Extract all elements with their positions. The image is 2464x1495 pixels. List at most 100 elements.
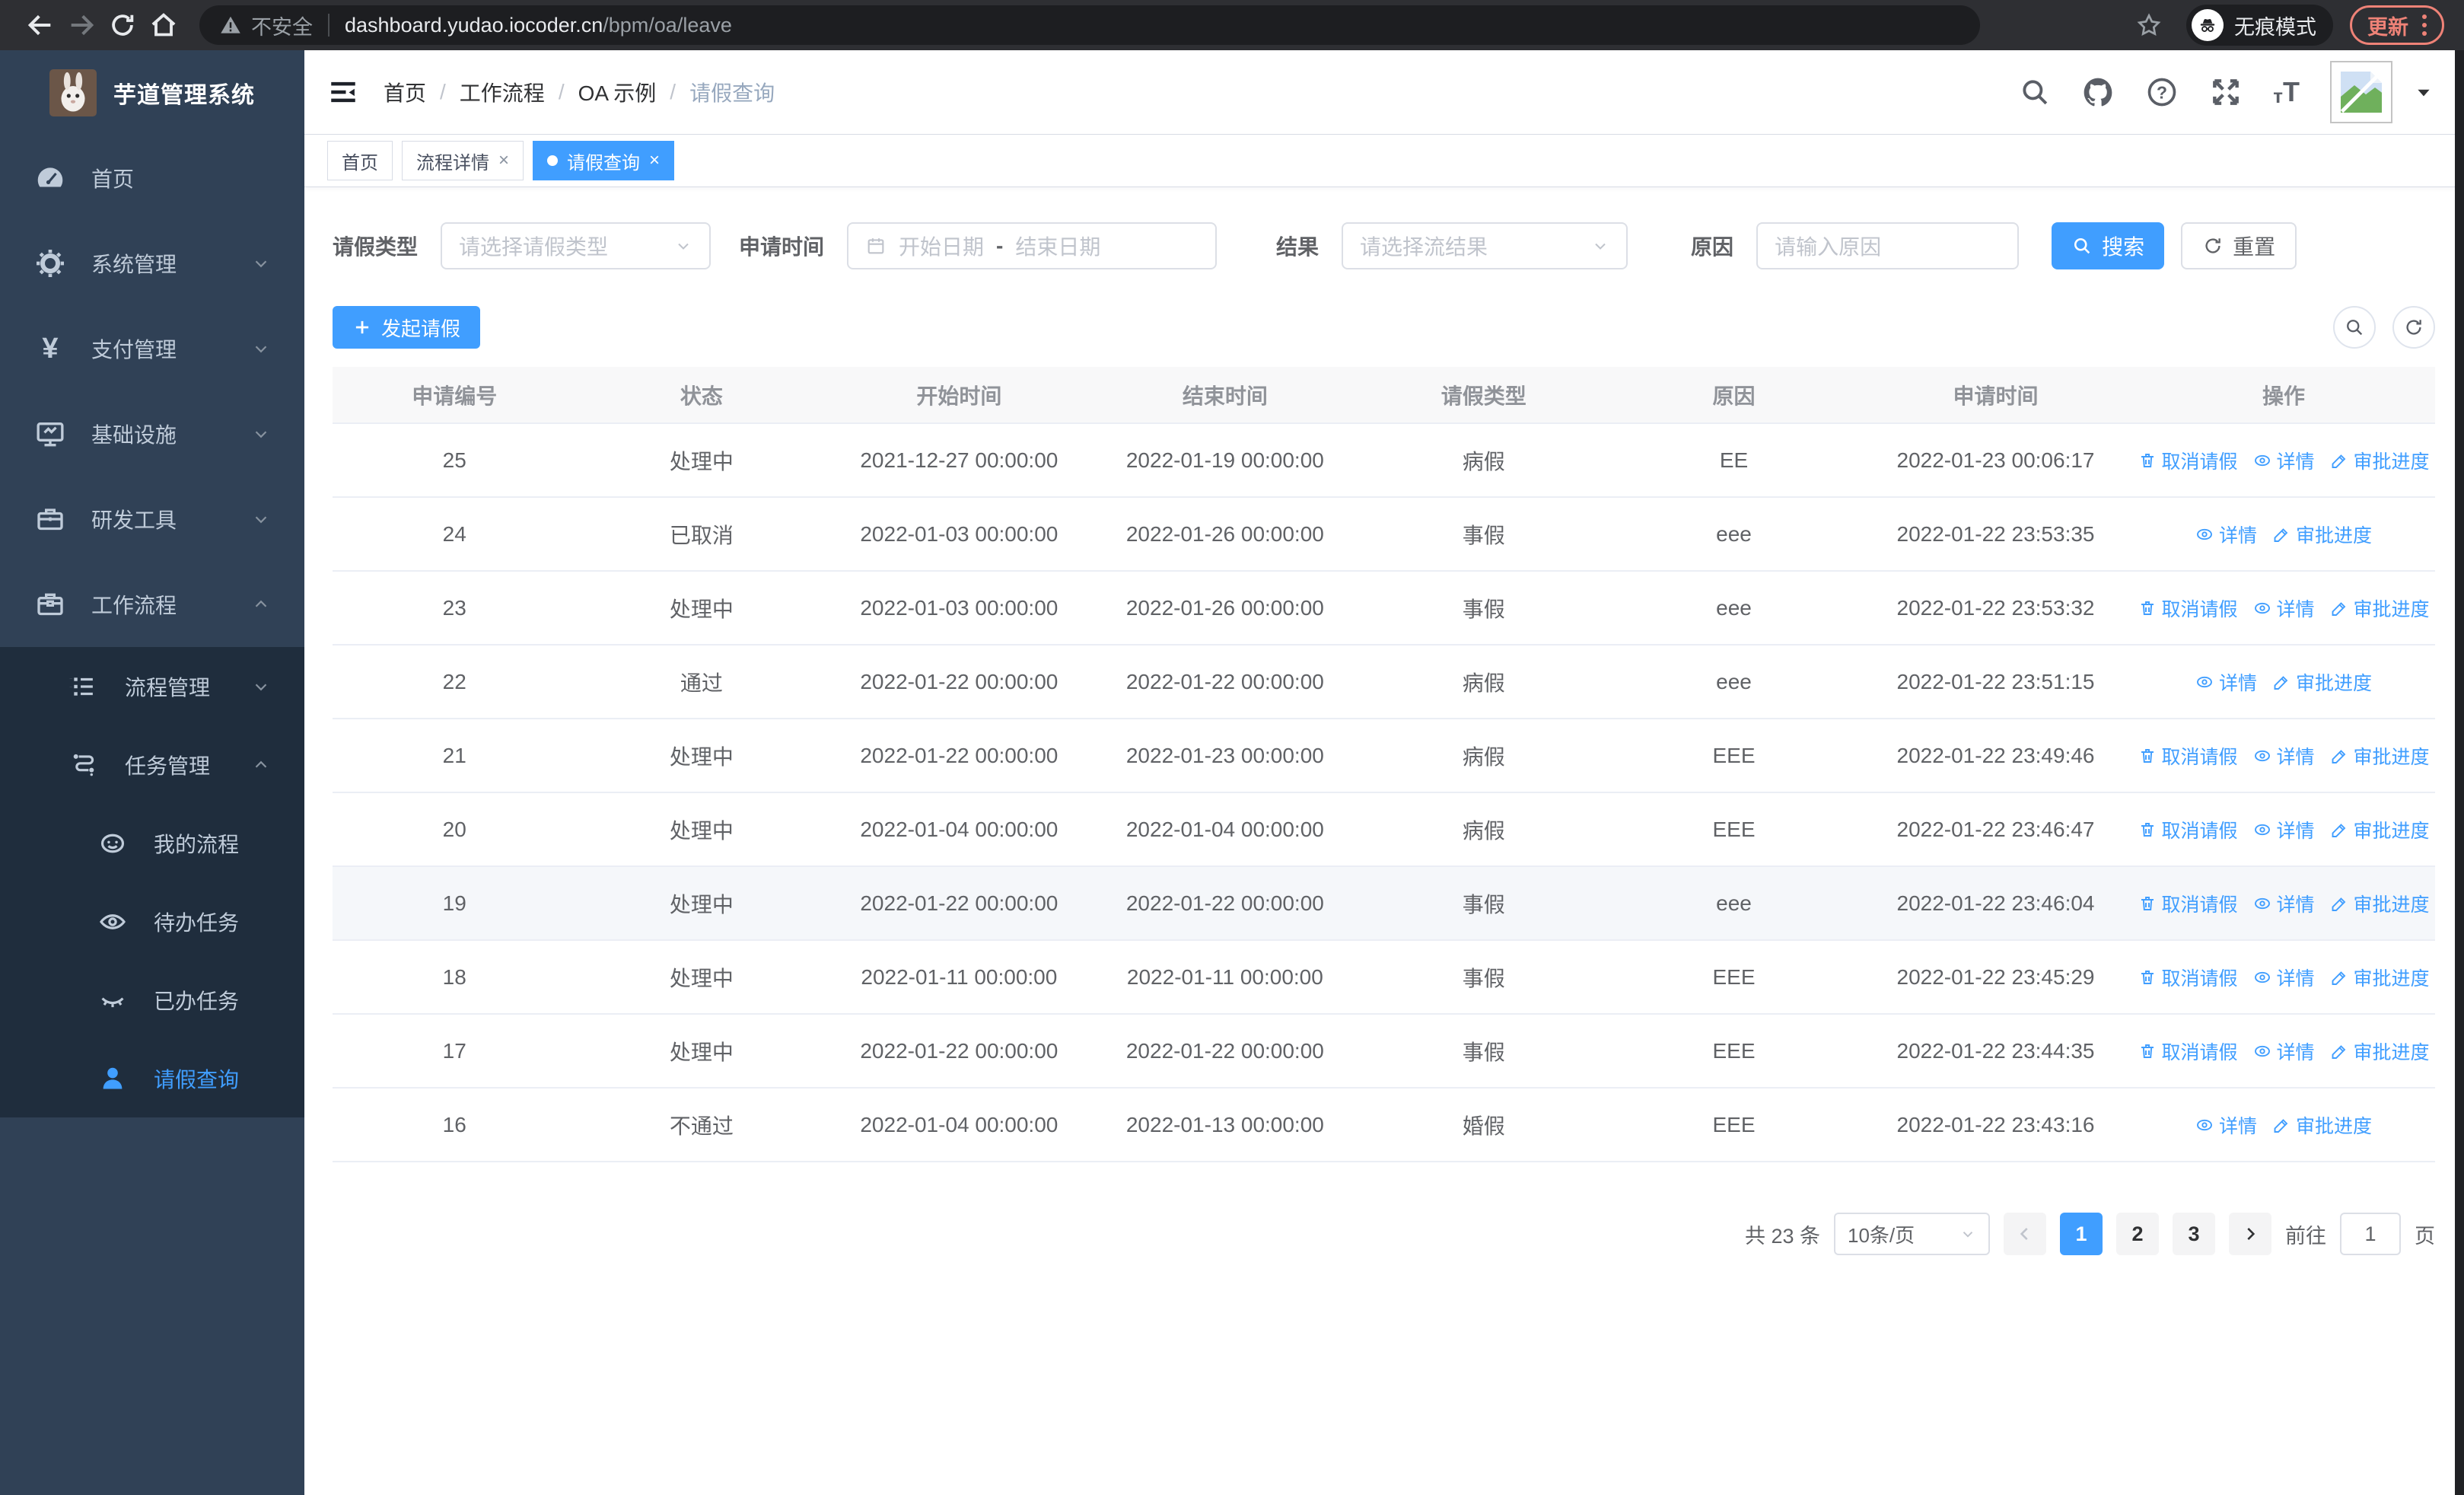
apply-time-range-picker[interactable]: 开始日期 - 结束日期 (847, 222, 1218, 269)
close-icon[interactable]: × (498, 150, 509, 171)
close-icon[interactable]: × (649, 150, 660, 171)
approval-progress-link[interactable]: 审批进度 (2272, 1111, 2372, 1139)
approval-progress-link[interactable]: 审批进度 (2330, 816, 2430, 843)
cancel-leave-link[interactable]: 取消请假 (2138, 594, 2238, 622)
edit-pen-icon (2330, 599, 2348, 617)
detail-link[interactable]: 详情 (2253, 816, 2315, 843)
breadcrumb-home[interactable]: 首页 (384, 77, 426, 107)
dashboard-icon (33, 161, 67, 195)
cell-id: 16 (333, 1088, 577, 1162)
detail-link[interactable]: 详情 (2253, 447, 2315, 474)
sidebar-item-workflow[interactable]: 工作流程 (0, 562, 304, 647)
search-button[interactable]: 搜索 (2052, 222, 2165, 269)
detail-link[interactable]: 详情 (2253, 594, 2315, 622)
chevron-down-icon (251, 677, 271, 696)
github-link[interactable] (2081, 75, 2115, 109)
svg-text:?: ? (2157, 82, 2167, 102)
font-size-button[interactable]: тT (2273, 78, 2300, 107)
browser-update-button[interactable]: 更新 (2350, 5, 2444, 45)
prev-page-button[interactable] (2004, 1213, 2046, 1255)
sidebar-item-process-mgmt[interactable]: 流程管理 (0, 647, 304, 725)
toggle-search-button[interactable] (2333, 306, 2376, 349)
cell-status: 处理中 (576, 940, 827, 1015)
approval-progress-link[interactable]: 审批进度 (2330, 447, 2430, 474)
edit-pen-icon (2330, 821, 2348, 839)
breadcrumb-oa-demo[interactable]: OA 示例 (578, 77, 657, 107)
cancel-leave-link[interactable]: 取消请假 (2138, 447, 2238, 474)
page-size-select[interactable]: 10条/页 (1834, 1213, 1990, 1255)
url-bar[interactable]: 不安全 dashboard.yudao.iocoder.cn/bpm/oa/le… (199, 5, 1980, 45)
reason-input[interactable]: 请输入原因 (1756, 222, 2020, 269)
cell-type: 病假 (1358, 423, 1609, 498)
tag-home[interactable]: 首页 (327, 141, 393, 180)
cell-apply_time: 2022-01-22 23:45:29 (1858, 940, 2133, 1015)
page-button-2[interactable]: 2 (2116, 1213, 2159, 1255)
view-eye-icon (2253, 1042, 2271, 1060)
cancel-leave-link[interactable]: 取消请假 (2138, 1038, 2238, 1065)
cancel-leave-link[interactable]: 取消请假 (2138, 816, 2238, 843)
refresh-table-button[interactable] (2392, 306, 2435, 349)
sidebar-item-task-mgmt[interactable]: 任务管理 (0, 725, 304, 804)
next-page-button[interactable] (2229, 1213, 2271, 1255)
detail-link[interactable]: 详情 (2195, 1111, 2257, 1139)
avatar-caret-icon[interactable] (2414, 82, 2434, 102)
window-scrollbar[interactable] (2455, 50, 2464, 1495)
approval-progress-link[interactable]: 审批进度 (2330, 742, 2430, 770)
browser-menu-icon[interactable] (2422, 14, 2427, 36)
chevron-left-icon (2020, 1228, 2028, 1240)
leave-type-select[interactable]: 请选择请假类型 (441, 222, 712, 269)
approval-progress-link[interactable]: 审批进度 (2330, 964, 2430, 991)
page-button-3[interactable]: 3 (2173, 1213, 2215, 1255)
help-button[interactable]: ? (2145, 75, 2179, 109)
detail-link[interactable]: 详情 (2253, 742, 2315, 770)
approval-progress-link[interactable]: 审批进度 (2330, 594, 2430, 622)
total-count: 共 23 条 (1744, 1224, 1820, 1248)
tag-leave-query[interactable]: 请假查询 × (533, 141, 675, 180)
bookmark-star-button[interactable] (2128, 5, 2170, 46)
col-type: 请假类型 (1358, 367, 1609, 424)
cancel-leave-link[interactable]: 取消请假 (2138, 742, 2238, 770)
sidebar-toggle-button[interactable] (326, 75, 361, 110)
breadcrumb-workflow[interactable]: 工作流程 (460, 77, 545, 107)
sidebar-item-devtools[interactable]: 研发工具 (0, 477, 304, 562)
detail-link[interactable]: 详情 (2253, 890, 2315, 917)
cancel-leave-link[interactable]: 取消请假 (2138, 964, 2238, 991)
reason-label: 原因 (1691, 235, 1734, 259)
avatar[interactable] (2330, 61, 2392, 123)
page-button-1[interactable]: 1 (2060, 1213, 2103, 1255)
cancel-leave-link[interactable]: 取消请假 (2138, 890, 2238, 917)
sidebar-item-done-tasks[interactable]: 已办任务 (0, 961, 304, 1039)
detail-link[interactable]: 详情 (2253, 1038, 2315, 1065)
search-icon (2074, 237, 2090, 254)
create-leave-button[interactable]: 发起请假 (333, 306, 481, 349)
fullscreen-button[interactable] (2209, 75, 2243, 109)
sidebar-item-leave-query[interactable]: 请假查询 (0, 1039, 304, 1117)
result-select[interactable]: 请选择流结果 (1342, 222, 1628, 269)
detail-link[interactable]: 详情 (2253, 964, 2315, 991)
toolbox-icon (33, 502, 67, 536)
sidebar-item-todo-tasks[interactable]: 待办任务 (0, 882, 304, 961)
tag-process-detail[interactable]: 流程详情 × (402, 141, 524, 180)
approval-progress-link[interactable]: 审批进度 (2272, 521, 2372, 548)
header-search-button[interactable] (2019, 76, 2051, 108)
detail-link[interactable]: 详情 (2195, 521, 2257, 548)
sidebar-item-home[interactable]: 首页 (0, 135, 304, 221)
reset-button[interactable]: 重置 (2181, 222, 2297, 269)
approval-progress-link[interactable]: 审批进度 (2330, 1038, 2430, 1065)
approval-progress-link[interactable]: 审批进度 (2272, 668, 2372, 696)
goto-page-input[interactable]: 1 (2340, 1213, 2401, 1255)
sidebar-item-my-process[interactable]: 我的流程 (0, 804, 304, 882)
approval-progress-link[interactable]: 审批进度 (2330, 890, 2430, 917)
sidebar-item-system[interactable]: 系统管理 (0, 221, 304, 306)
browser-forward-button[interactable] (61, 5, 102, 46)
detail-link[interactable]: 详情 (2195, 668, 2257, 696)
browser-reload-button[interactable] (102, 5, 143, 46)
col-apply-time: 申请时间 (1858, 367, 2133, 424)
app-logo-row[interactable]: 芋道管理系统 (0, 50, 304, 135)
sidebar-item-infra[interactable]: 基础设施 (0, 391, 304, 477)
cell-actions: 取消请假 详情 审批进度 (2132, 792, 2435, 867)
browser-home-button[interactable] (143, 5, 184, 46)
cell-id: 23 (333, 571, 577, 645)
browser-back-button[interactable] (20, 5, 61, 46)
sidebar-item-payment[interactable]: ¥ 支付管理 (0, 306, 304, 391)
